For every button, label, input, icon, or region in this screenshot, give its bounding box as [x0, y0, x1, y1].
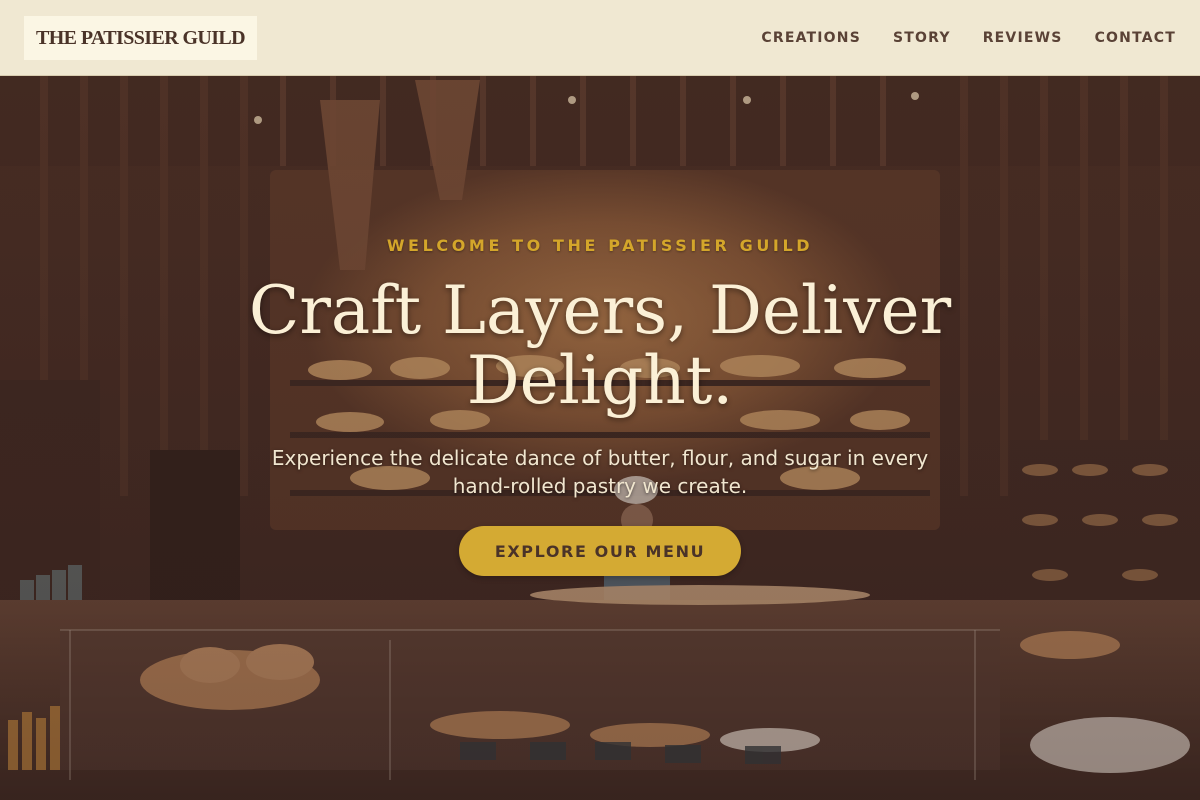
- main-nav: CREATIONS STORY REVIEWS CONTACT: [729, 0, 1176, 76]
- nav-link-contact[interactable]: CONTACT: [1095, 30, 1176, 46]
- logo[interactable]: THE PATISSIER GUILD: [24, 16, 257, 60]
- page: THE PATISSIER GUILD CREATIONS STORY REVI…: [0, 0, 1200, 800]
- explore-menu-button[interactable]: EXPLORE OUR MENU: [459, 526, 741, 576]
- hero-eyebrow: WELCOME TO THE PATISSIER GUILD: [386, 236, 814, 255]
- logo-text: THE PATISSIER GUILD: [35, 26, 246, 49]
- hero-headline: Craft Layers, Deliver Delight.: [248, 272, 952, 419]
- nav-link-creations[interactable]: CREATIONS: [761, 30, 861, 46]
- hero-subtext: Experience the delicate dance of butter,…: [271, 446, 929, 498]
- site-header: THE PATISSIER GUILD CREATIONS STORY REVI…: [0, 0, 1200, 76]
- nav-link-story[interactable]: STORY: [893, 30, 951, 46]
- nav-link-reviews[interactable]: REVIEWS: [983, 30, 1063, 46]
- hero-section: WELCOME TO THE PATISSIER GUILD Craft Lay…: [0, 0, 1200, 800]
